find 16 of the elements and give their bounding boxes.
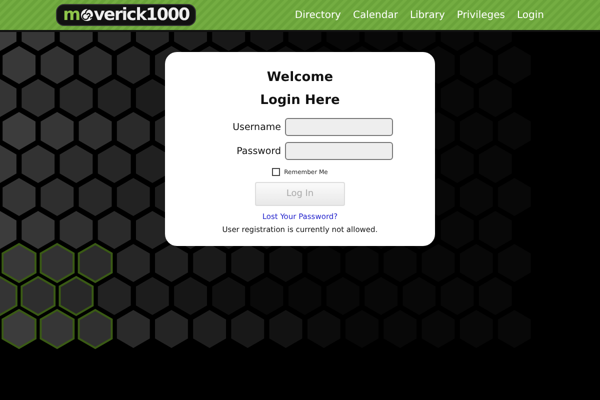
spiral-icon (80, 8, 94, 22)
logo-text: verick1000 (94, 5, 190, 25)
field-label: Username (232, 122, 281, 132)
logo[interactable]: m verick1000 (56, 4, 196, 26)
nav-link[interactable]: Directory (294, 10, 341, 20)
nav-link[interactable]: Login (517, 10, 544, 20)
remember-checkbox[interactable] (272, 168, 280, 176)
welcome-title: Welcome (266, 70, 334, 85)
nav-link[interactable]: Privileges (456, 10, 506, 20)
login-title: Login Here (260, 93, 340, 108)
field-label: Password (236, 146, 281, 156)
logo-text: m (63, 5, 80, 25)
nav-link[interactable]: Calendar (352, 10, 398, 20)
nav-link[interactable]: Library (410, 10, 445, 20)
input-field[interactable] (285, 142, 393, 160)
input-field[interactable] (285, 118, 393, 136)
